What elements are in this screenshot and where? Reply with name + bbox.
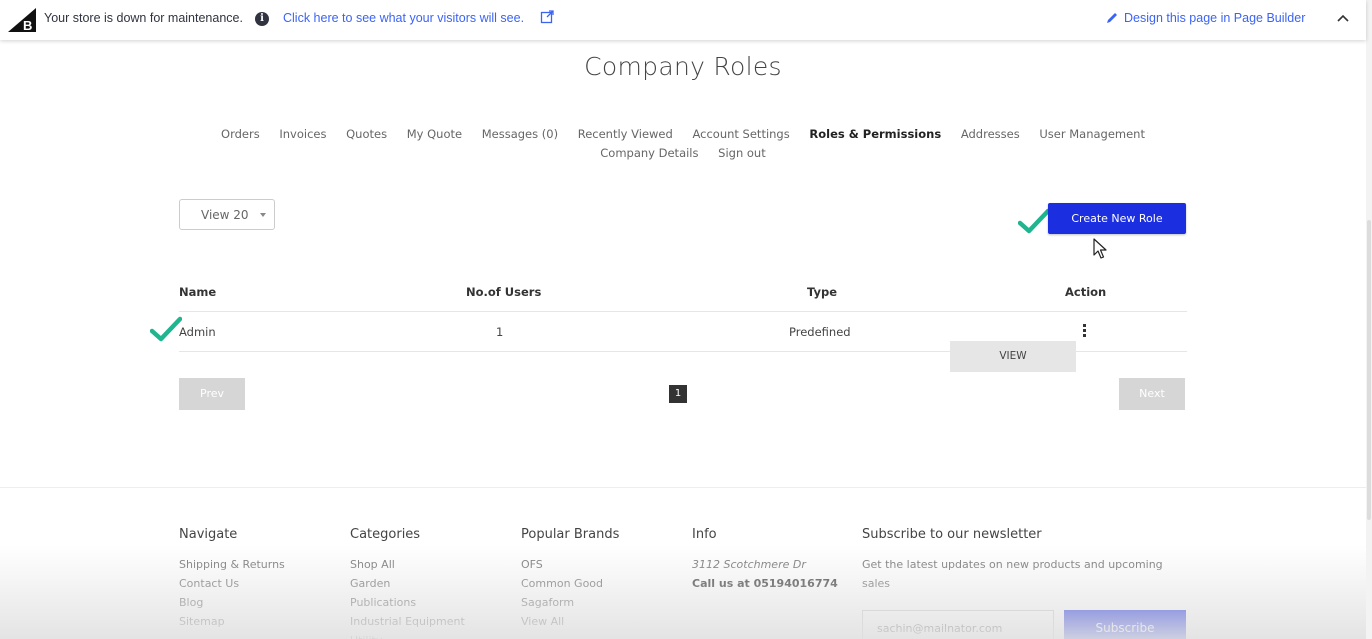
- more-actions-icon[interactable]: [1083, 324, 1087, 338]
- nav-roles-permissions[interactable]: Roles & Permissions: [809, 127, 941, 141]
- footer-heading-categories: Categories: [350, 527, 421, 542]
- view-count-select[interactable]: View 20: [179, 199, 275, 230]
- newsletter-description: Get the latest updates on new products a…: [862, 558, 1163, 590]
- role-users-cell: 1: [496, 325, 504, 339]
- nav-orders[interactable]: Orders: [221, 127, 260, 141]
- footer-link-sagaform[interactable]: Sagaform: [521, 593, 619, 612]
- pencil-icon[interactable]: [1106, 12, 1118, 24]
- footer-link-contact[interactable]: Contact Us: [179, 574, 285, 593]
- footer-address: 3112 Scotchmere Dr: [692, 558, 806, 571]
- page-builder-link[interactable]: Design this page in Page Builder: [1124, 11, 1305, 25]
- nav-addresses[interactable]: Addresses: [961, 127, 1020, 141]
- footer-link-garden[interactable]: Garden: [350, 574, 465, 593]
- table-divider: [179, 311, 1187, 312]
- nav-company-details[interactable]: Company Details: [600, 146, 698, 160]
- next-page-button[interactable]: Next: [1119, 378, 1185, 410]
- footer-link-common-good[interactable]: Common Good: [521, 574, 619, 593]
- footer-navigate: Navigate Shipping & Returns Contact Us B…: [179, 527, 285, 631]
- nav-invoices[interactable]: Invoices: [279, 127, 326, 141]
- current-page-number[interactable]: 1: [669, 385, 687, 403]
- footer-heading-navigate: Navigate: [179, 527, 238, 542]
- view-count-value: View 20: [201, 208, 249, 222]
- subscribe-button[interactable]: Subscribe: [1064, 610, 1186, 639]
- page-title: Company Roles: [584, 52, 782, 81]
- footer-info: Info 3112 Scotchmere Dr Call us at 05194…: [692, 527, 838, 593]
- footer-heading-newsletter: Subscribe to our newsletter: [862, 527, 1042, 542]
- prev-page-button[interactable]: Prev: [179, 378, 245, 410]
- nav-my-quote[interactable]: My Quote: [407, 127, 462, 141]
- svg-text:B: B: [23, 18, 32, 32]
- column-header-name: Name: [179, 285, 217, 299]
- visitor-preview-link[interactable]: Click here to see what your visitors wil…: [283, 11, 524, 25]
- newsletter-email-input[interactable]: sachin@mailnator.com: [862, 610, 1054, 639]
- footer-link-sitemap[interactable]: Sitemap: [179, 612, 285, 631]
- info-icon[interactable]: i: [255, 12, 269, 26]
- chevron-up-icon[interactable]: [1336, 12, 1350, 24]
- bigcommerce-logo-icon: B: [8, 8, 36, 32]
- footer-link-utility[interactable]: Utility: [350, 631, 465, 639]
- footer-heading-brands: Popular Brands: [521, 527, 620, 542]
- column-header-action: Action: [1065, 285, 1107, 299]
- footer-link-industrial[interactable]: Industrial Equipment: [350, 612, 465, 631]
- view-role-menu-item[interactable]: VIEW: [950, 341, 1076, 372]
- column-header-type: Type: [807, 285, 838, 299]
- footer-heading-info: Info: [692, 527, 717, 542]
- account-nav: Orders Invoices Quotes My Quote Messages…: [200, 125, 1166, 163]
- footer-link-view-all[interactable]: View All: [521, 612, 619, 631]
- footer-link-shop-all[interactable]: Shop All: [350, 555, 465, 574]
- footer-brands: Popular Brands OFS Common Good Sagaform …: [521, 527, 619, 631]
- nav-quotes[interactable]: Quotes: [346, 127, 387, 141]
- caret-down-icon: [260, 213, 266, 217]
- nav-user-management[interactable]: User Management: [1039, 127, 1145, 141]
- checkmark-annotation-icon: [1018, 208, 1050, 234]
- footer-link-shipping[interactable]: Shipping & Returns: [179, 555, 285, 574]
- create-new-role-button[interactable]: Create New Role: [1048, 203, 1186, 234]
- maintenance-bar: B Your store is down for maintenance. i …: [0, 0, 1366, 40]
- mouse-cursor-icon: [1093, 238, 1107, 259]
- footer-newsletter: Subscribe to our newsletter Get the late…: [862, 527, 1192, 593]
- nav-sign-out[interactable]: Sign out: [718, 146, 766, 160]
- scrollbar-thumb[interactable]: [1367, 220, 1371, 520]
- maintenance-text: Your store is down for maintenance.: [44, 11, 243, 25]
- footer-categories: Categories Shop All Garden Publications …: [350, 527, 465, 639]
- footer-link-ofs[interactable]: OFS: [521, 555, 619, 574]
- checkmark-annotation-icon: [150, 316, 182, 342]
- role-name-cell: Admin: [179, 325, 216, 339]
- footer-link-blog[interactable]: Blog: [179, 593, 285, 612]
- external-link-icon[interactable]: [540, 10, 554, 24]
- nav-messages[interactable]: Messages (0): [482, 127, 558, 141]
- footer-phone: Call us at 05194016774: [692, 577, 838, 590]
- footer-divider: [0, 487, 1366, 488]
- column-header-users: No.of Users: [466, 285, 542, 299]
- nav-account-settings[interactable]: Account Settings: [692, 127, 789, 141]
- footer-link-publications[interactable]: Publications: [350, 593, 465, 612]
- role-type-cell: Predefined: [789, 325, 851, 339]
- nav-recently-viewed[interactable]: Recently Viewed: [578, 127, 673, 141]
